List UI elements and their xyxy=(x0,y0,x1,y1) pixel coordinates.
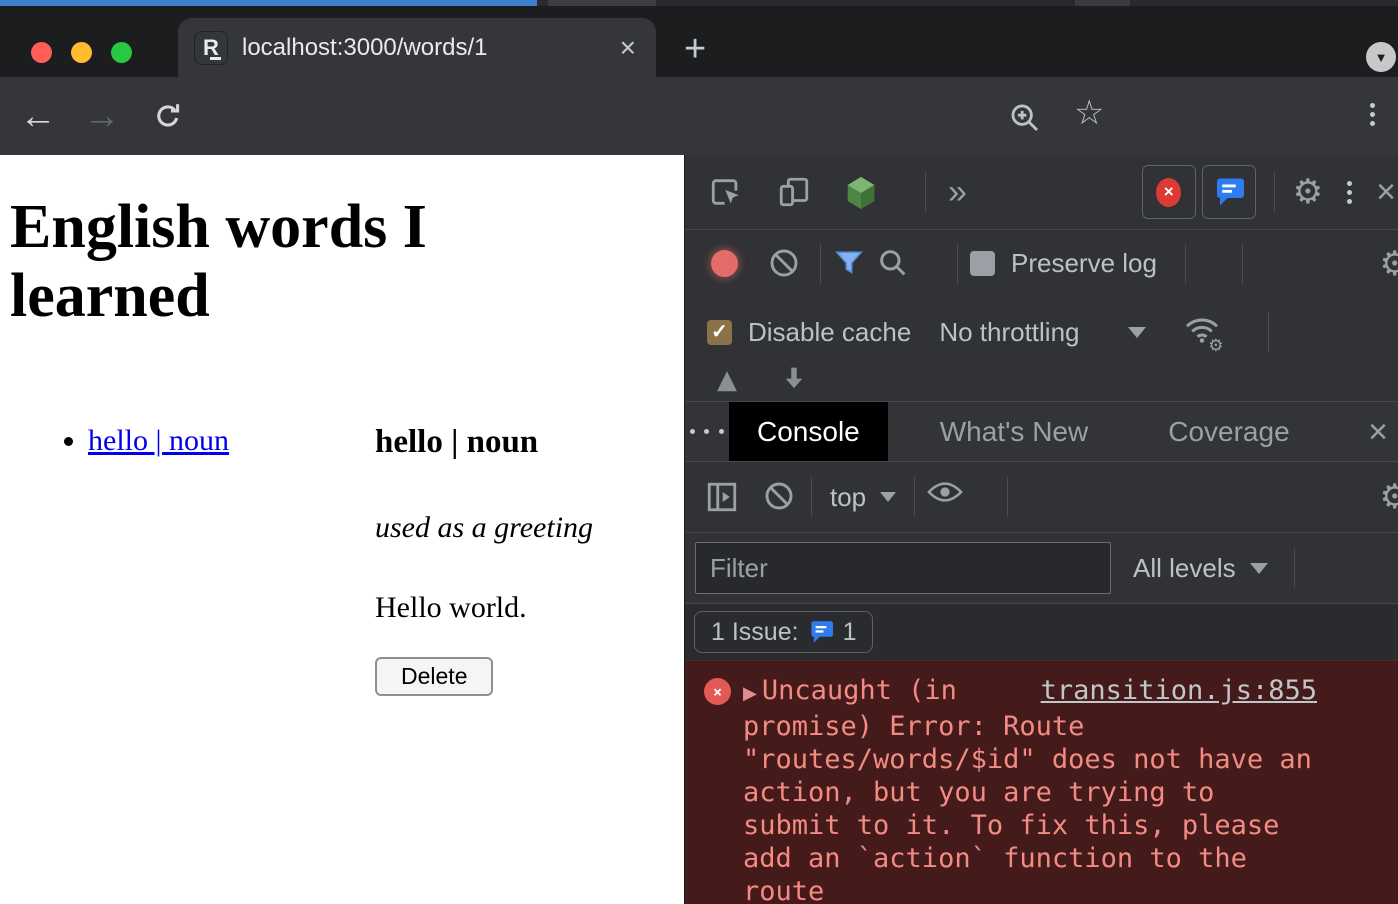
settings-gear-icon[interactable]: ⚙ xyxy=(1293,175,1323,209)
search-network-icon[interactable] xyxy=(877,247,911,281)
issues-count: 1 xyxy=(843,618,857,647)
error-circle-icon: × xyxy=(704,678,731,705)
tab-search-button[interactable]: ▼ xyxy=(1366,42,1396,72)
devtools-main-toolbar: » × ⚙ × xyxy=(685,155,1398,230)
error-badge-icon: × xyxy=(1156,178,1181,207)
device-toolbar-icon[interactable] xyxy=(777,175,811,209)
console-error-message[interactable]: × transition.js:855 ▶Uncaught (in promise… xyxy=(685,660,1398,904)
browser-toolbar: ← → i localhost:3000/words/1 ☆ xyxy=(0,77,1398,155)
browser-menu-icon[interactable] xyxy=(1370,99,1375,130)
context-value: top xyxy=(830,482,866,513)
live-expression-eye-icon[interactable] xyxy=(927,480,961,514)
tab-whats-new[interactable]: What's New xyxy=(912,402,1117,461)
log-levels-caret-icon xyxy=(1250,563,1268,574)
list-item: hello | noun xyxy=(88,424,375,458)
issues-label: 1 Issue: xyxy=(711,618,799,647)
word-list: hello | noun xyxy=(0,424,375,696)
tab-console[interactable]: Console xyxy=(729,402,888,461)
network-conditions-icon[interactable]: ⚙ xyxy=(1184,315,1218,349)
drawer-menu-icon[interactable] xyxy=(685,402,729,461)
nodejs-icon[interactable] xyxy=(845,175,879,209)
browser-tab[interactable]: R localhost:3000/words/1 × xyxy=(178,18,656,77)
error-count-button[interactable]: × xyxy=(1142,165,1196,219)
inspect-element-icon[interactable] xyxy=(709,175,743,209)
har-import-export-row: ▲ xyxy=(685,367,1398,401)
macos-close-button[interactable] xyxy=(31,42,52,63)
reload-icon[interactable] xyxy=(146,77,190,155)
word-example: Hello world. xyxy=(375,591,593,625)
network-settings-gear-icon[interactable]: ⚙ xyxy=(1380,247,1398,281)
preserve-log-checkbox[interactable] xyxy=(970,251,995,276)
export-har-icon[interactable] xyxy=(783,367,805,393)
drawer-close-icon[interactable]: × xyxy=(1368,402,1398,461)
console-settings-gear-icon[interactable]: ⚙ xyxy=(1380,480,1398,514)
delete-button[interactable]: Delete xyxy=(375,657,493,696)
disable-cache-checkbox[interactable]: ✓ xyxy=(707,320,732,345)
devtools-menu-icon[interactable] xyxy=(1347,177,1352,208)
preserve-log-label: Preserve log xyxy=(1011,248,1157,279)
page-title: English words I learned xyxy=(10,193,550,332)
page-content: English words I learned hello | noun hel… xyxy=(0,155,684,904)
source-link[interactable]: transition.js:855 xyxy=(1041,674,1317,707)
word-definition: used as a greeting xyxy=(375,511,593,545)
record-network-icon[interactable] xyxy=(711,250,738,277)
filter-funnel-icon[interactable] xyxy=(833,247,867,281)
issues-button[interactable] xyxy=(1202,165,1256,219)
forward-icon[interactable]: → xyxy=(80,77,124,155)
console-sidebar-icon[interactable] xyxy=(705,480,739,514)
zoom-icon[interactable] xyxy=(1008,101,1042,135)
network-conditions-row: ✓ Disable cache No throttling ⚙ xyxy=(685,297,1398,367)
console-filter-input[interactable] xyxy=(695,542,1111,594)
devtools-panel: » × ⚙ × xyxy=(684,155,1398,904)
macos-fullscreen-button[interactable] xyxy=(111,42,132,63)
more-tabs-icon[interactable]: » xyxy=(948,173,967,212)
import-har-icon[interactable]: ▲ xyxy=(717,367,737,393)
screenshot: R localhost:3000/words/1 × + ▼ ← → i loc… xyxy=(0,0,1398,904)
devtools-close-icon[interactable]: × xyxy=(1376,175,1396,209)
console-toolbar: top ⚙ xyxy=(685,462,1398,533)
tab-close-icon[interactable]: × xyxy=(616,34,640,62)
clear-network-icon[interactable] xyxy=(768,247,802,281)
network-toolbar: Preserve log ⚙ xyxy=(685,230,1398,297)
macos-minimize-button[interactable] xyxy=(71,42,92,63)
throttling-select[interactable]: No throttling xyxy=(939,317,1079,348)
word-detail-title: hello | noun xyxy=(375,424,593,461)
remix-favicon: R xyxy=(194,31,228,65)
log-levels-select[interactable]: All levels xyxy=(1133,553,1268,584)
log-levels-value: All levels xyxy=(1133,553,1236,584)
drawer-tab-bar: Console What's New Coverage × xyxy=(685,401,1398,462)
issues-bubble-icon xyxy=(1214,178,1244,206)
javascript-context-select[interactable]: top xyxy=(830,482,896,513)
issues-bubble-icon xyxy=(809,621,833,643)
word-link[interactable]: hello | noun xyxy=(88,424,229,457)
error-text: Uncaught (in promise) Error: Route "rout… xyxy=(743,675,1312,904)
browser-tab-bar: R localhost:3000/words/1 × + ▼ xyxy=(0,6,1398,77)
new-tab-button[interactable]: + xyxy=(684,30,706,68)
console-filter-row: All levels xyxy=(685,533,1398,604)
word-detail: hello | noun used as a greeting Hello wo… xyxy=(375,424,593,696)
expand-triangle-icon[interactable]: ▶ xyxy=(743,683,757,704)
context-caret-icon xyxy=(880,492,896,502)
bookmark-star-icon[interactable]: ☆ xyxy=(1074,93,1104,133)
issues-bar: 1 Issue: 1 xyxy=(685,604,1398,660)
issues-counter-button[interactable]: 1 Issue: 1 xyxy=(694,611,873,653)
tab-coverage[interactable]: Coverage xyxy=(1140,402,1317,461)
disable-cache-label: Disable cache xyxy=(748,317,911,348)
throttling-caret-icon[interactable] xyxy=(1128,327,1146,338)
clear-console-icon[interactable] xyxy=(763,480,797,514)
back-icon[interactable]: ← xyxy=(16,77,60,155)
tab-title: localhost:3000/words/1 xyxy=(242,34,616,62)
